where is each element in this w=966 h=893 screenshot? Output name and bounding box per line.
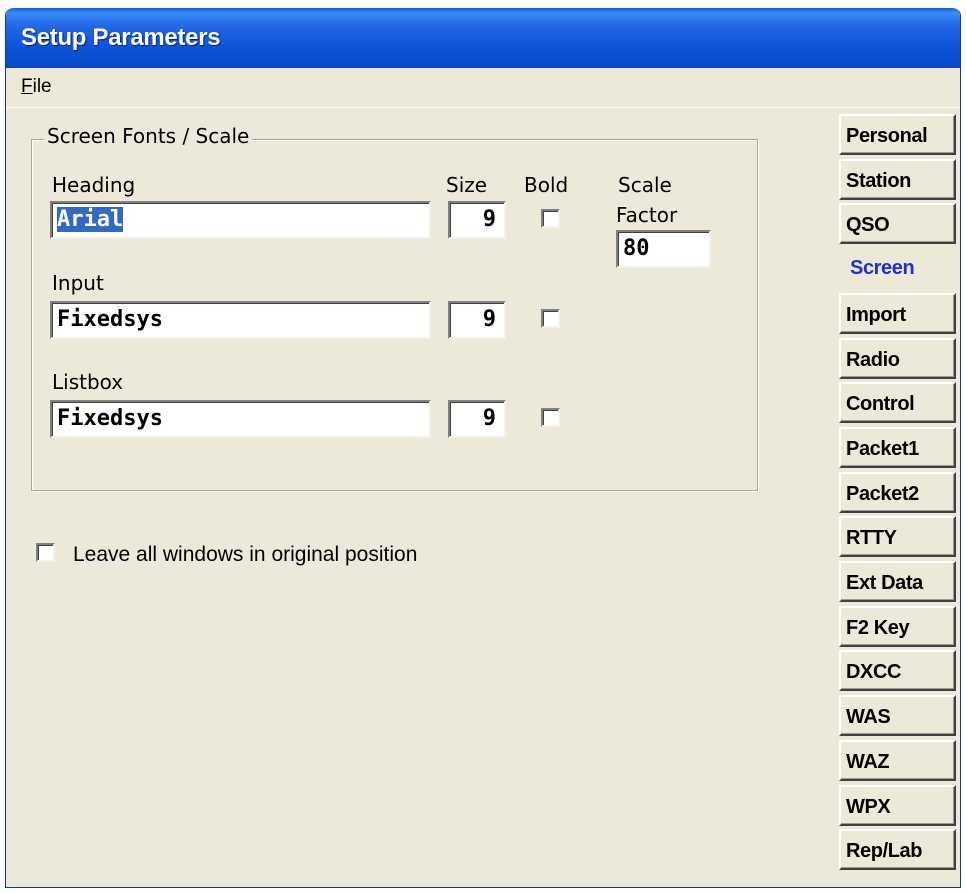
groupbox-legend: Screen Fonts / Scale bbox=[44, 124, 253, 148]
input-font-field[interactable]: Fixedsys bbox=[50, 301, 431, 339]
tab-wpx[interactable]: WPX bbox=[839, 784, 956, 826]
factor-label: Factor bbox=[616, 203, 678, 227]
tab-qso[interactable]: QSO bbox=[839, 203, 956, 245]
input-label: Input bbox=[52, 271, 104, 295]
listbox-label: Listbox bbox=[52, 370, 124, 394]
scale-label: Scale bbox=[618, 173, 672, 197]
title-bar[interactable]: Setup Parameters bbox=[6, 8, 960, 68]
heading-column-label: Heading bbox=[52, 173, 136, 197]
tab-personal[interactable]: Personal bbox=[839, 114, 956, 155]
tab-f2-key[interactable]: F2 Key bbox=[839, 605, 956, 647]
listbox-font-field[interactable]: Fixedsys bbox=[50, 400, 431, 438]
setup-parameters-window: Setup Parameters File Screen Fonts / Sca… bbox=[5, 8, 961, 888]
tab-was[interactable]: WAS bbox=[839, 695, 956, 737]
heading-font-field[interactable]: Arial bbox=[50, 201, 431, 239]
input-bold-checkbox[interactable] bbox=[541, 309, 560, 328]
setup-tab-strip: Personal Station QSO Screen Import Radio Contr… bbox=[839, 109, 960, 887]
tab-packet2[interactable]: Packet2 bbox=[839, 471, 956, 513]
heading-size-field[interactable]: 9 bbox=[448, 201, 506, 239]
scale-factor-field[interactable]: 80 bbox=[616, 230, 711, 268]
menu-file[interactable]: File bbox=[21, 76, 52, 98]
tab-rep-lab[interactable]: Rep/Lab bbox=[839, 829, 956, 871]
bold-column-label: Bold bbox=[524, 173, 569, 197]
tab-import[interactable]: Import bbox=[839, 292, 956, 334]
listbox-bold-checkbox[interactable] bbox=[541, 408, 560, 427]
heading-font-value: Arial bbox=[57, 207, 124, 232]
window-title: Setup Parameters bbox=[21, 24, 221, 51]
leave-windows-label[interactable]: Leave all windows in original position bbox=[73, 543, 417, 567]
input-size-field[interactable]: 9 bbox=[448, 301, 506, 339]
size-column-label: Size bbox=[446, 173, 488, 197]
tab-control[interactable]: Control bbox=[839, 382, 956, 424]
leave-windows-checkbox[interactable] bbox=[36, 543, 55, 562]
heading-bold-checkbox[interactable] bbox=[541, 209, 560, 228]
menu-file-mnemonic: F bbox=[21, 76, 33, 97]
listbox-size-field[interactable]: 9 bbox=[448, 400, 506, 438]
tab-dxcc[interactable]: DXCC bbox=[839, 650, 956, 692]
tab-rtty[interactable]: RTTY bbox=[839, 516, 956, 558]
tab-waz[interactable]: WAZ bbox=[839, 739, 956, 781]
tab-radio[interactable]: Radio bbox=[839, 337, 956, 379]
screen-settings-panel: Screen Fonts / Scale Heading Size Bold S… bbox=[6, 109, 836, 887]
tab-packet1[interactable]: Packet1 bbox=[839, 426, 956, 468]
tab-screen[interactable]: Screen bbox=[845, 248, 960, 290]
menu-bar: File bbox=[6, 68, 960, 108]
tab-ext-data[interactable]: Ext Data bbox=[839, 561, 956, 602]
tab-station[interactable]: Station bbox=[839, 158, 956, 200]
menu-file-text: ile bbox=[32, 76, 52, 97]
